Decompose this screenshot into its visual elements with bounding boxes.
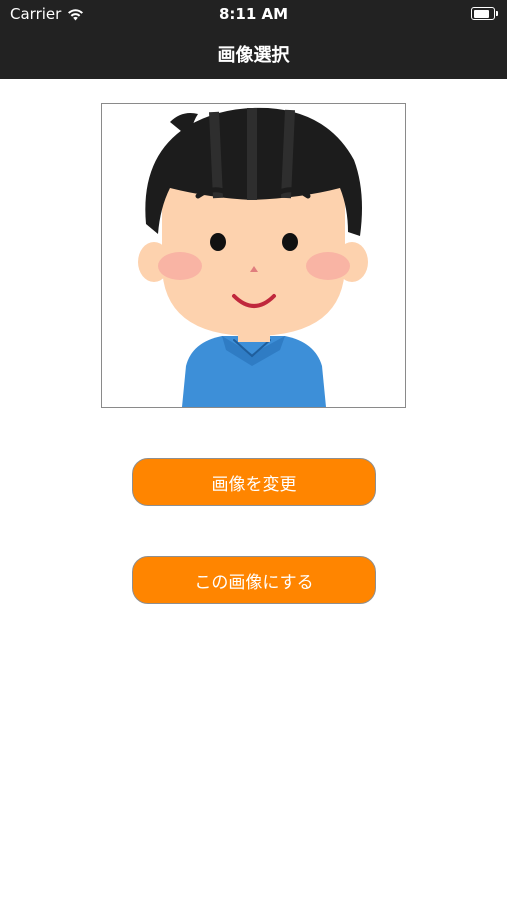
navigation-bar: Carrier 8:11 AM 画像選択 [0,0,507,79]
use-this-image-button[interactable]: この画像にする [132,556,376,604]
image-selection-screen: Carrier 8:11 AM 画像選択 画像を変更 この画像にする [0,0,507,900]
status-time: 8:11 AM [218,5,289,23]
battery-icon [471,7,498,20]
page-title: 画像選択 [217,45,290,66]
status-bar: Carrier 8:11 AM [0,0,507,28]
selected-image-frame [101,103,406,408]
change-image-button[interactable]: 画像を変更 [132,458,376,506]
avatar-illustration [138,107,368,407]
